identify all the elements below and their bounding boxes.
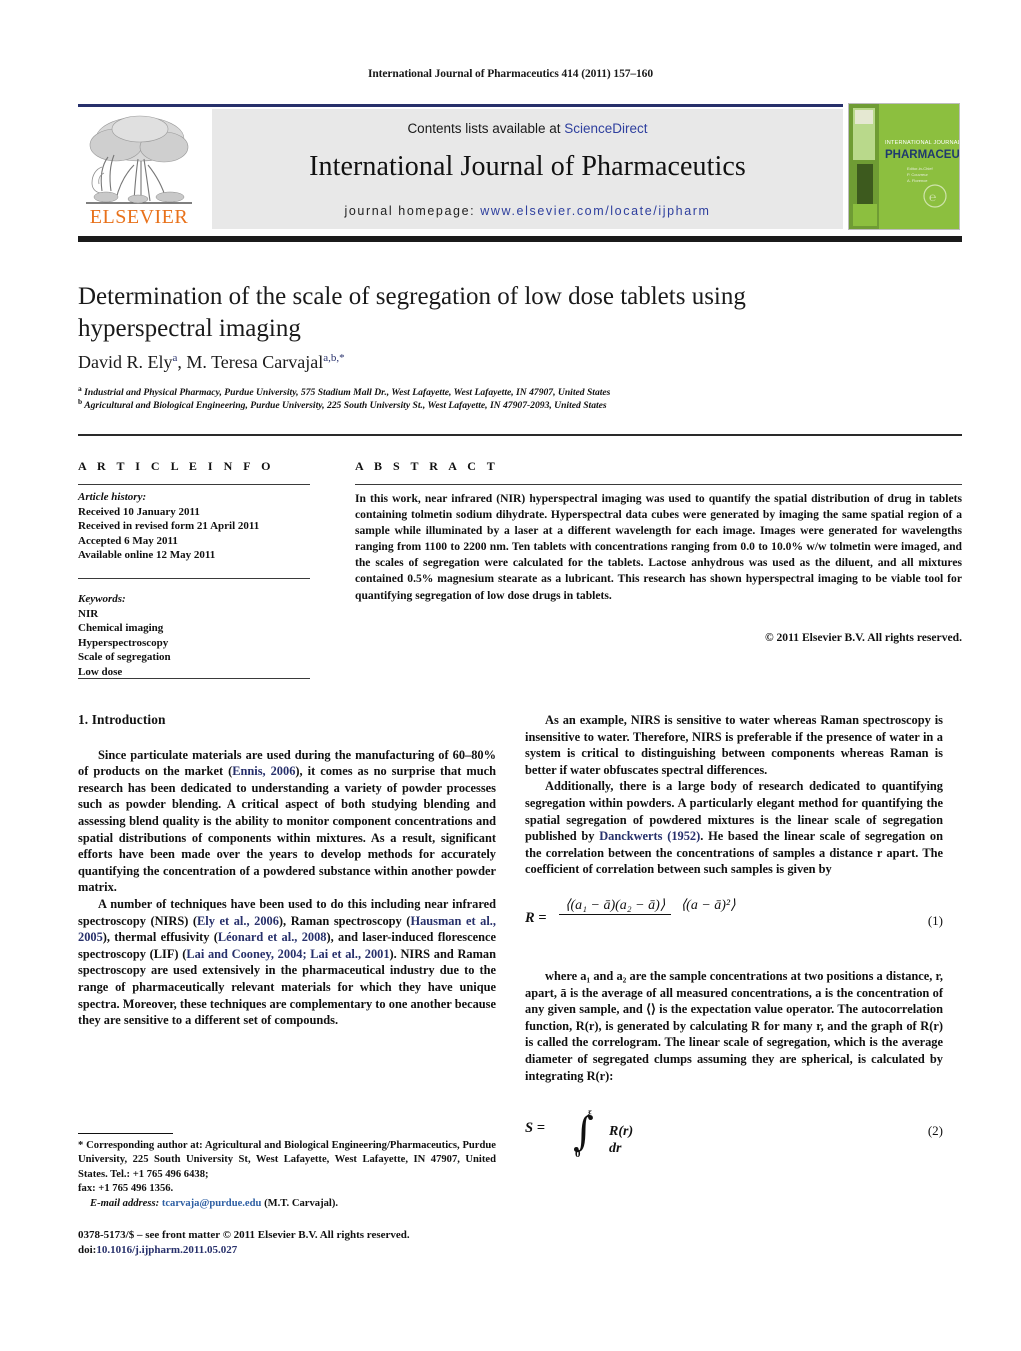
paragraph-text: As an example, NIRS is sensitive to wate… bbox=[525, 713, 943, 777]
paragraph-text: ), it comes as no surprise that much res… bbox=[78, 764, 496, 895]
history-item: Available online 12 May 2011 bbox=[78, 549, 216, 562]
email-suffix: (M.T. Carvajal). bbox=[264, 1197, 339, 1209]
journal-cover-thumbnail: INTERNATIONAL JOURNAL OF PHARMACEUTICS E… bbox=[848, 103, 960, 230]
paragraph: As an example, NIRS is sensitive to wate… bbox=[525, 712, 943, 778]
equation-1-fraction: ⟨(a₁ − ā)(a₂ − ā)⟩ ⟨(a − ā)²⟩ bbox=[559, 896, 742, 915]
email-link[interactable]: tcarvaja@purdue.edu bbox=[162, 1198, 262, 1209]
equation-2-number: (2) bbox=[927, 1123, 943, 1139]
elsevier-wordmark: ELSEVIER bbox=[89, 206, 189, 228]
sciencedirect-link[interactable]: ScienceDirect bbox=[564, 121, 647, 136]
equation-2-lower-limit: 0 bbox=[575, 1148, 581, 1161]
abstract-heading: A B S T R A C T bbox=[355, 459, 499, 473]
paragraph: Since particulate materials are used dur… bbox=[78, 747, 496, 896]
journal-title: International Journal of Pharmaceutics bbox=[309, 151, 746, 182]
article-info-rule-top bbox=[78, 484, 310, 485]
citation-link[interactable]: Ely et al., 2006 bbox=[197, 914, 279, 928]
svg-text:PHARMACEUTICS: PHARMACEUTICS bbox=[885, 149, 959, 161]
affiliation-b-marker: b bbox=[78, 397, 83, 406]
article-history-label: Article history: bbox=[78, 491, 147, 503]
paragraph-text: ), Raman spectroscopy ( bbox=[278, 913, 411, 928]
citation-link[interactable]: Danckwerts (1952) bbox=[599, 829, 700, 843]
equation-1-number: (1) bbox=[927, 912, 943, 928]
article-info-rule-mid bbox=[78, 578, 310, 579]
title-bottom-rule bbox=[78, 434, 962, 436]
contents-lists-line: Contents lists available at ScienceDirec… bbox=[212, 121, 843, 136]
paragraph: A number of techniques have been used to… bbox=[78, 896, 496, 1029]
keywords-label: Keywords: bbox=[78, 593, 126, 605]
svg-text:INTERNATIONAL JOURNAL OF: INTERNATIONAL JOURNAL OF bbox=[885, 140, 959, 146]
paragraph-text: ), thermal effusivity ( bbox=[102, 930, 218, 945]
section-heading-introduction: 1. Introduction bbox=[78, 712, 166, 727]
svg-text:P. Couvreur: P. Couvreur bbox=[907, 172, 928, 177]
citation-link[interactable]: Léonard et al., 2008 bbox=[218, 930, 327, 944]
affiliation-a-marker: a bbox=[78, 384, 82, 393]
keyword-item: Hyperspectroscopy bbox=[78, 636, 169, 649]
author-separator: , M. Teresa Carvajal bbox=[177, 352, 324, 372]
running-head: International Journal of Pharmaceutics 4… bbox=[368, 68, 653, 80]
page-title: Determination of the scale of segregatio… bbox=[78, 283, 746, 342]
keyword-item: Scale of segregation bbox=[78, 651, 171, 664]
doi-link[interactable]: 10.1016/j.ijpharm.2011.05.027 bbox=[96, 1244, 237, 1256]
equation-2-lhs: S = bbox=[525, 1120, 545, 1137]
svg-text:A. Florence: A. Florence bbox=[907, 178, 928, 183]
author-2-affil-marker: a,b,* bbox=[323, 352, 345, 364]
paragraph: Additionally, there is a large body of r… bbox=[525, 778, 943, 878]
equation-2-integrand: R(r) dr bbox=[609, 1124, 634, 1156]
citation-link[interactable]: Ennis, 2006 bbox=[232, 764, 295, 778]
history-item: Received in revised form 21 April 2011 bbox=[78, 520, 260, 533]
affiliation-b-text: Agricultural and Biological Engineering,… bbox=[84, 400, 607, 412]
article-info-heading: A R T I C L E I N F O bbox=[78, 459, 275, 473]
contents-prefix: Contents lists available at bbox=[407, 121, 565, 136]
equation-1-denominator: ⟨(a − ā)²⟩ bbox=[680, 897, 736, 913]
equation-1-lhs: R = bbox=[525, 909, 547, 926]
abstract-text: In this work, near infrared (NIR) hypers… bbox=[355, 492, 962, 602]
svg-text:℮: ℮ bbox=[929, 190, 936, 204]
homepage-label: journal homepage: bbox=[344, 204, 476, 218]
journal-homepage-line: journal homepage: www.elsevier.com/locat… bbox=[212, 204, 843, 218]
elsevier-logo: ELSEVIER bbox=[78, 107, 200, 229]
email-line: E-mail address: tcarvaja@purdue.edu (M.T… bbox=[78, 1197, 496, 1211]
footnote-rule bbox=[78, 1133, 173, 1135]
paragraph-text: where a₁ and a₂ are the sample concentra… bbox=[525, 968, 943, 1083]
email-label: E-mail address: bbox=[90, 1197, 160, 1209]
body-column-right: As an example, NIRS is sensitive to wate… bbox=[525, 712, 943, 1176]
masthead-bottom-bar bbox=[78, 236, 962, 242]
svg-text:Editor-in-Chief: Editor-in-Chief bbox=[907, 166, 933, 171]
corresponding-author-footnote: * Corresponding author at: Agricultural … bbox=[78, 1139, 496, 1211]
citation-link[interactable]: Lai and Cooney, 2004; Lai et al., 2001 bbox=[186, 947, 389, 961]
abstract-rule bbox=[355, 484, 962, 485]
equation-2: S = ξ ∫ 0 R(r) dr (2) bbox=[525, 1106, 943, 1162]
history-item: Accepted 6 May 2011 bbox=[78, 534, 178, 547]
homepage-url-link[interactable]: www.elsevier.com/locate/ijpharm bbox=[480, 204, 710, 218]
keyword-item: Chemical imaging bbox=[78, 622, 164, 635]
issn-line: 0378-5173/$ – see front matter © 2011 El… bbox=[78, 1229, 410, 1241]
equation-1: R = ⟨(a₁ − ā)(a₂ − ā)⟩ ⟨(a − ā)²⟩ (1) bbox=[525, 896, 943, 950]
history-item: Received 10 January 2011 bbox=[78, 505, 200, 518]
affiliation-b: b Agricultural and Biological Engineerin… bbox=[78, 395, 878, 412]
corresponding-author-text: * Corresponding author at: Agricultural … bbox=[78, 1140, 496, 1180]
fax-text: fax: +1 765 496 1356. bbox=[78, 1183, 174, 1195]
issn-copyright-block: 0378-5173/$ – see front matter © 2011 El… bbox=[78, 1228, 508, 1258]
doi-label: doi: bbox=[78, 1244, 97, 1256]
keywords-block: Keywords: NIR Chemical imaging Hyperspec… bbox=[78, 592, 328, 680]
equation-1-numerator: ⟨(a₁ − ā)(a₂ − ā)⟩ bbox=[559, 896, 672, 915]
sciencedirect-panel: Contents lists available at ScienceDirec… bbox=[212, 109, 843, 229]
doi-line: doi:10.1016/j.ijpharm.2011.05.027 bbox=[78, 1243, 508, 1258]
body-column-left: 1. Introduction Since particulate materi… bbox=[78, 712, 496, 1029]
abstract-copyright: © 2011 Elsevier B.V. All rights reserved… bbox=[764, 631, 962, 644]
paragraph: where a₁ and a₂ are the sample concentra… bbox=[525, 968, 943, 1084]
journal-article-page: International Journal of Pharmaceutics 4… bbox=[0, 0, 1021, 1351]
journal-masthead: ELSEVIER Contents lists available at Sci… bbox=[78, 103, 962, 231]
article-history-block: Article history: Received 10 January 201… bbox=[78, 490, 328, 563]
article-info-rule-bottom bbox=[78, 678, 310, 679]
author-1: David R. Ely bbox=[78, 352, 173, 372]
author-list: David R. Elya, M. Teresa Carvajala,b,* bbox=[78, 352, 868, 373]
keyword-item: NIR bbox=[78, 607, 99, 620]
